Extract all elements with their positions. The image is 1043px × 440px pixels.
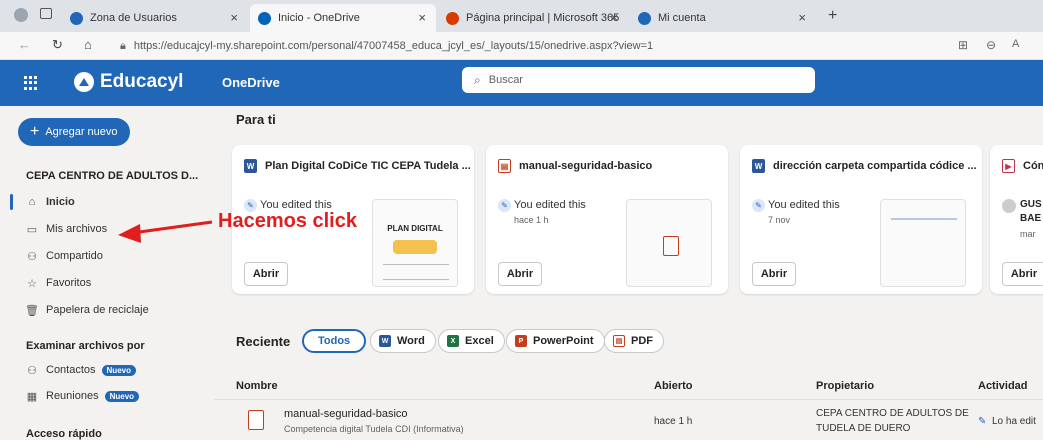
annotation-label: Hacemos click	[218, 210, 357, 232]
annotation-arrow	[118, 220, 213, 243]
